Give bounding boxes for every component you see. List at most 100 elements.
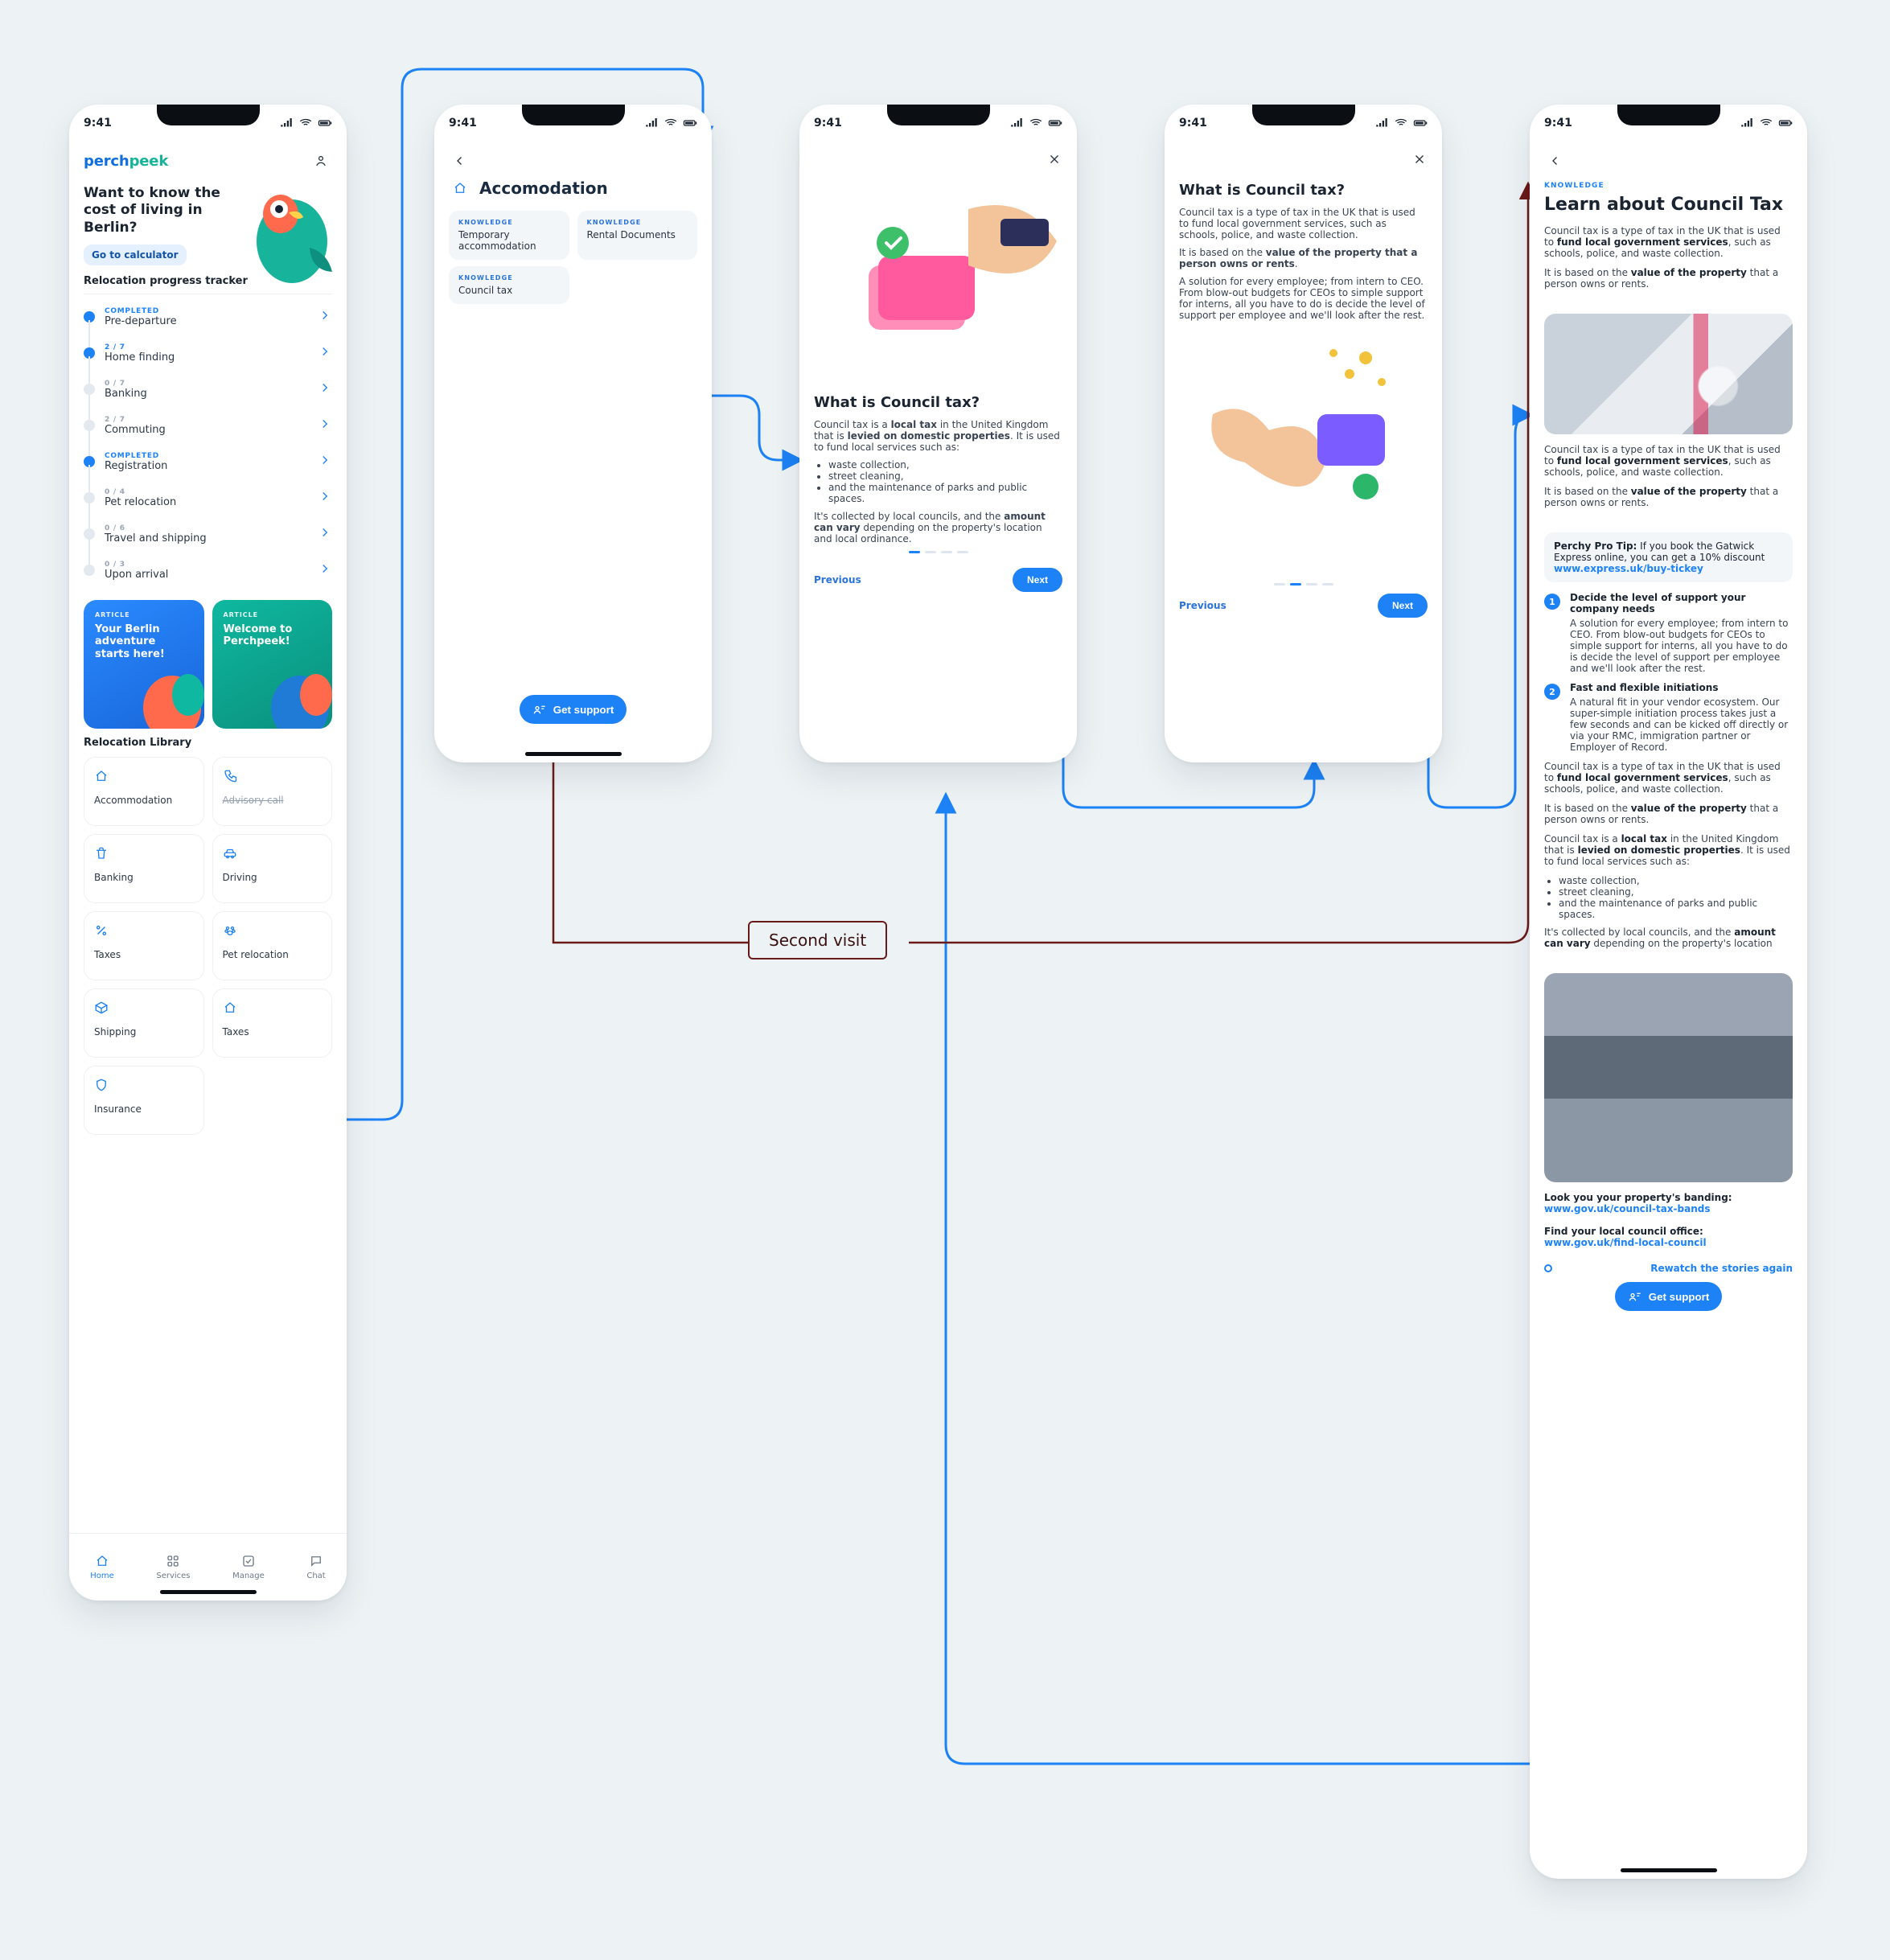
step-meta: 0 / 4 xyxy=(105,488,176,496)
second-visit-badge: Second visit xyxy=(748,921,887,959)
tip-link[interactable]: www.express.uk/buy-tickey xyxy=(1554,563,1703,574)
get-support-button[interactable]: Get support xyxy=(1615,1282,1723,1311)
home-icon xyxy=(94,769,112,787)
status-time: 9:41 xyxy=(814,117,842,129)
promo-card[interactable]: ARTICLE Your Berlin adventure starts her… xyxy=(84,600,204,729)
article-title: Learn about Council Tax xyxy=(1544,195,1793,216)
tab-icon xyxy=(95,1554,109,1568)
tracker-step[interactable]: 0 / 4 Pet relocation xyxy=(84,480,332,516)
library-tile[interactable]: Taxes xyxy=(212,988,333,1058)
battery-icon xyxy=(1413,116,1428,130)
tab-icon xyxy=(241,1554,256,1568)
home-indicator xyxy=(525,752,622,756)
box-icon xyxy=(94,1001,112,1018)
battery-icon xyxy=(318,116,332,130)
tab-services[interactable]: Services xyxy=(156,1554,190,1580)
tracker-step[interactable]: 2 / 7 Commuting xyxy=(84,408,332,444)
article-image xyxy=(1544,973,1793,1182)
library-label: Accommodation xyxy=(94,795,194,806)
screen-story-2: 9:41 What is Council tax? Council tax is… xyxy=(1165,105,1442,762)
tracker-step[interactable]: 0 / 3 Upon arrival xyxy=(84,553,332,589)
tab-chat[interactable]: Chat xyxy=(306,1554,325,1580)
library-tile[interactable]: Banking xyxy=(84,834,204,903)
topic-card[interactable]: KNOWLEDGE Rental Documents xyxy=(577,211,698,260)
step-name: Travel and shipping xyxy=(105,532,207,544)
step-name: Pre-departure xyxy=(105,315,177,327)
library-label: Driving xyxy=(223,872,323,883)
screen-home: 9:41 perchpeek Want to know the cost of … xyxy=(69,105,347,1600)
topic-title: Temporary accommodation xyxy=(458,229,560,252)
bullet: street cleaning, xyxy=(1559,886,1793,898)
topic-kicker: KNOWLEDGE xyxy=(587,219,688,226)
tracker-step[interactable]: 0 / 7 Banking xyxy=(84,372,332,408)
home-indicator xyxy=(1621,1868,1717,1872)
library-tile[interactable]: Insurance xyxy=(84,1066,204,1135)
story-title: What is Council tax? xyxy=(1179,182,1428,199)
promo-tag: ARTICLE xyxy=(95,611,193,618)
brand-logo: perchpeek xyxy=(84,153,168,170)
back-icon[interactable] xyxy=(449,150,471,172)
trash-icon xyxy=(94,846,112,864)
profile-icon[interactable] xyxy=(310,150,332,172)
library-grid: Accommodation Advisory call Banking Driv… xyxy=(84,757,332,1135)
library-tile[interactable]: Taxes xyxy=(84,911,204,980)
library-label: Advisory call xyxy=(223,795,323,806)
numbered-step: 1 Decide the level of support your compa… xyxy=(1544,592,1793,674)
library-tile[interactable]: Accommodation xyxy=(84,757,204,826)
percent-icon xyxy=(94,923,112,941)
home-icon xyxy=(449,177,471,199)
topic-card[interactable]: KNOWLEDGE Temporary accommodation xyxy=(449,211,569,260)
chevron-right-icon xyxy=(318,489,332,507)
library-tile[interactable]: Pet relocation xyxy=(212,911,333,980)
band-link[interactable]: www.gov.uk/council-tax-bands xyxy=(1544,1203,1710,1214)
story-illustration xyxy=(1165,334,1442,575)
tracker-step[interactable]: 2 / 7 Home finding xyxy=(84,335,332,372)
get-support-button[interactable]: Get support xyxy=(520,695,627,724)
diagram-canvas: Second visit 9:41 perchpeek Want to know… xyxy=(0,0,1890,1960)
council-link[interactable]: www.gov.uk/find-local-council xyxy=(1544,1237,1707,1248)
close-icon[interactable] xyxy=(1043,148,1066,171)
screen-story-1: 9:41 What is Council tax? Council tax is… xyxy=(799,105,1077,762)
tracker-step[interactable]: 0 / 6 Travel and shipping xyxy=(84,516,332,553)
library-tile[interactable]: Shipping xyxy=(84,988,204,1058)
topic-card-council-tax[interactable]: KNOWLEDGE Council tax xyxy=(449,266,569,304)
close-icon[interactable] xyxy=(1408,148,1431,171)
step-meta: 2 / 7 xyxy=(105,343,175,351)
library-tile[interactable]: Advisory call xyxy=(212,757,333,826)
story-pager xyxy=(814,551,1062,553)
tab-manage[interactable]: Manage xyxy=(232,1554,265,1580)
tracker-step[interactable]: COMPLETED Registration xyxy=(84,444,332,480)
library-tile[interactable]: Driving xyxy=(212,834,333,903)
car-icon xyxy=(223,846,240,864)
previous-button[interactable]: Previous xyxy=(1179,600,1226,611)
previous-button[interactable]: Previous xyxy=(814,574,861,586)
hero-card: Want to know the cost of living in Berli… xyxy=(84,185,332,265)
tab-home[interactable]: Home xyxy=(90,1554,114,1580)
hero-line1: Want to know the xyxy=(84,185,220,201)
rewatch-anchor-icon xyxy=(1544,1264,1552,1272)
tracker-step[interactable]: COMPLETED Pre-departure xyxy=(84,299,332,335)
bullet: waste collection, xyxy=(1559,875,1793,886)
paw-icon xyxy=(223,923,240,941)
next-button[interactable]: Next xyxy=(1013,568,1062,592)
bullet: and the maintenance of parks and public … xyxy=(1559,898,1793,920)
page-title: Accomodation xyxy=(479,179,608,198)
status-time: 9:41 xyxy=(1179,117,1207,129)
promo-card[interactable]: ARTICLE Welcome to Perchpeek! xyxy=(212,600,333,729)
rewatch-link[interactable]: Rewatch the stories again xyxy=(1650,1263,1793,1274)
screen-article: 9:41 KNOWLEDGE Learn about Council Tax C… xyxy=(1530,105,1807,1879)
library-label: Shipping xyxy=(94,1026,194,1038)
step-meta: 0 / 6 xyxy=(105,524,207,532)
chevron-right-icon xyxy=(318,525,332,543)
battery-icon xyxy=(1778,116,1793,130)
calculator-link[interactable]: Go to calculator xyxy=(84,244,187,265)
notch xyxy=(522,105,625,125)
home-indicator xyxy=(160,1590,257,1594)
notch xyxy=(1617,105,1720,125)
tab-label: Chat xyxy=(306,1572,325,1580)
next-button[interactable]: Next xyxy=(1378,594,1428,618)
get-support-label: Get support xyxy=(1649,1291,1710,1303)
back-icon[interactable] xyxy=(1544,150,1567,172)
wifi-icon xyxy=(1759,116,1773,130)
notch xyxy=(887,105,990,125)
